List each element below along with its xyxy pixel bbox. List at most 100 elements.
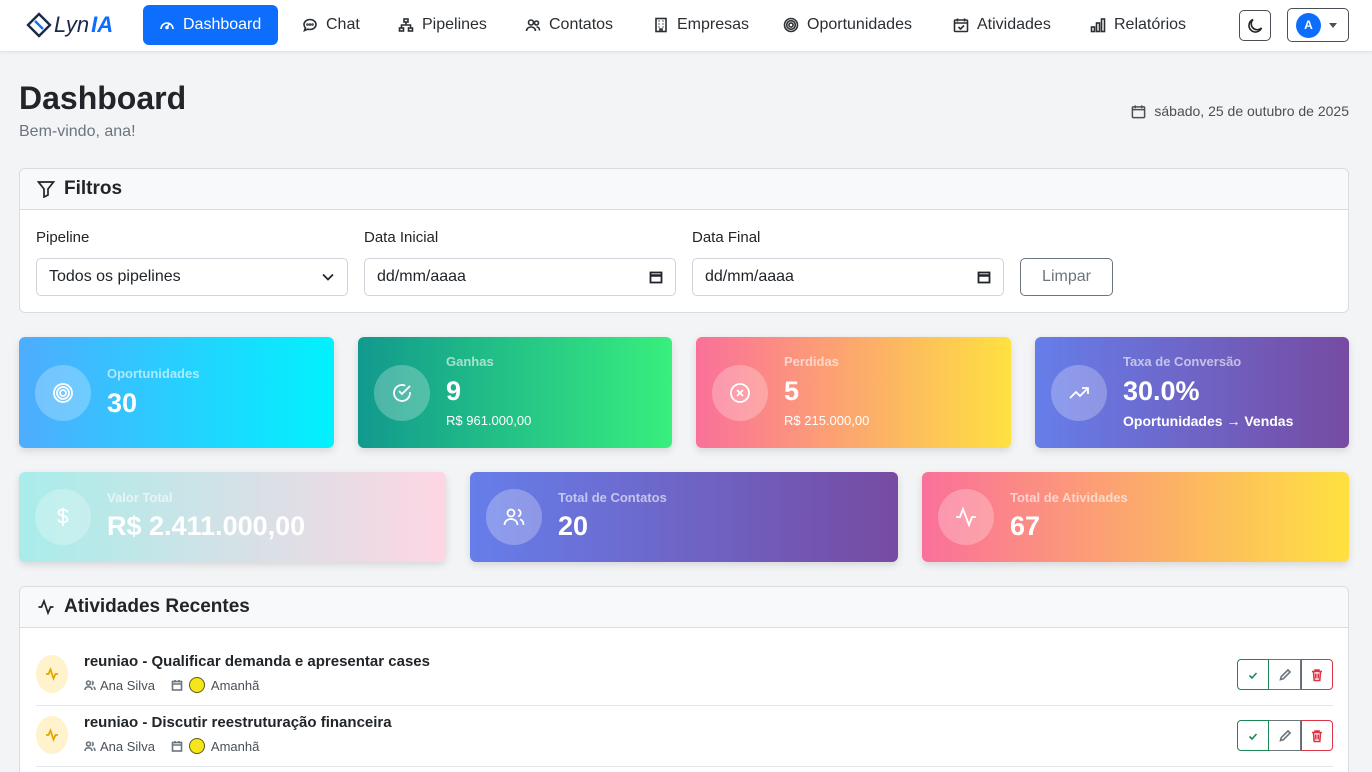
bullseye-icon xyxy=(783,17,799,33)
current-date-text: sábado, 25 de outubro de 2025 xyxy=(1154,103,1349,119)
end-date-input[interactable]: dd/mm/aaaa xyxy=(692,258,1004,296)
chevron-down-icon xyxy=(1329,22,1337,28)
person-icon xyxy=(84,741,96,752)
nav-oportunidades[interactable]: Oportunidades xyxy=(767,5,928,45)
start-date-value: dd/mm/aaaa xyxy=(377,268,466,285)
people-icon xyxy=(503,508,525,526)
brand-name-part2: IA xyxy=(91,12,114,37)
filters-card: Filtros Pipeline Todos os pipelines Data… xyxy=(19,168,1349,313)
stat-card-conversao: Taxa de Conversão 30.0% Oportunidades → … xyxy=(1035,337,1349,448)
clear-filters-button[interactable]: Limpar xyxy=(1020,258,1113,296)
current-date: sábado, 25 de outubro de 2025 xyxy=(1131,103,1349,119)
stat-note: R$ 215.000,00 xyxy=(784,413,870,428)
diagram-icon xyxy=(398,18,414,32)
chevron-down-icon xyxy=(322,273,334,281)
pencil-icon xyxy=(1278,668,1291,681)
stat-icon-wrapper xyxy=(35,489,91,545)
stat-card-atividades: Total de Atividades 67 xyxy=(922,472,1349,562)
nav-contatos-label: Contatos xyxy=(549,16,614,33)
trash-icon xyxy=(1312,729,1322,742)
complete-button[interactable] xyxy=(1237,659,1269,690)
stat-value: R$ 2.411.000,00 xyxy=(107,511,306,541)
trending-up-icon xyxy=(1069,387,1089,399)
activity-type-icon xyxy=(36,655,68,693)
activity-actions xyxy=(1237,720,1333,751)
nav-chat[interactable]: Chat xyxy=(286,5,376,45)
recent-activities-header: Atividades Recentes xyxy=(20,587,1348,628)
activity-icon xyxy=(38,598,54,616)
due-status-dot xyxy=(188,677,205,693)
end-date-label: Data Final xyxy=(692,229,761,246)
stat-label: Total de Atividades xyxy=(1010,490,1128,505)
delete-button[interactable] xyxy=(1301,659,1333,690)
nav-pipelines-label: Pipelines xyxy=(422,16,487,33)
calendar-icon xyxy=(171,680,183,691)
pencil-icon xyxy=(1278,729,1291,742)
chat-icon xyxy=(303,18,317,32)
nav-oportunidades-label: Oportunidades xyxy=(807,16,912,33)
pipeline-select-value: Todos os pipelines xyxy=(49,268,181,285)
stat-icon-wrapper xyxy=(374,365,430,421)
pipeline-select[interactable]: Todos os pipelines xyxy=(36,258,348,296)
top-navbar: Lyn IA Dashboard Chat Pipelines Contatos … xyxy=(0,0,1372,52)
calendar-icon xyxy=(1132,104,1146,118)
welcome-message: Bem-vindo, ana! xyxy=(19,123,136,140)
activity-due: Amanhã xyxy=(210,677,260,693)
stat-value: 9 xyxy=(446,376,462,406)
avatar: A xyxy=(1296,12,1321,38)
stat-icon-wrapper xyxy=(1051,365,1107,421)
bullseye-icon xyxy=(53,383,73,403)
stat-card-contatos: Total de Contatos 20 xyxy=(470,472,898,562)
theme-toggle-button[interactable] xyxy=(1239,10,1271,41)
activity-icon xyxy=(46,667,58,681)
activity-title[interactable]: reuniao - Qualificar demanda e apresenta… xyxy=(84,653,430,670)
activity-title[interactable]: reuniao - Discutir reestruturação financ… xyxy=(84,714,392,731)
nav-atividades[interactable]: Atividades xyxy=(937,5,1067,45)
edit-button[interactable] xyxy=(1269,720,1301,751)
stat-card-perdidas: Perdidas 5 R$ 215.000,00 xyxy=(696,337,1011,448)
start-date-input[interactable]: dd/mm/aaaa xyxy=(364,258,676,296)
activity-icon xyxy=(46,728,58,742)
stat-note: R$ 961.000,00 xyxy=(446,413,532,428)
brand-logo[interactable]: Lyn IA xyxy=(26,12,113,38)
nav-dashboard-label: Dashboard xyxy=(183,16,262,33)
nav-atividades-label: Atividades xyxy=(977,16,1051,33)
stat-value: 67 xyxy=(1010,511,1041,541)
filters-title: Filtros xyxy=(64,178,123,199)
recent-activities-card: Atividades Recentes reuniao - Qualificar… xyxy=(19,586,1349,772)
user-menu-button[interactable]: A xyxy=(1287,8,1349,42)
nav-relatorios[interactable]: Relatórios xyxy=(1074,5,1202,45)
stat-label: Valor Total xyxy=(107,490,173,505)
edit-button[interactable] xyxy=(1269,659,1301,690)
nav-contatos[interactable]: Contatos xyxy=(509,5,629,45)
nav-dashboard[interactable]: Dashboard xyxy=(143,5,278,45)
stat-card-valor-total: Valor Total R$ 2.411.000,00 xyxy=(19,472,446,562)
calendar-icon xyxy=(171,741,183,752)
check-icon xyxy=(1248,732,1258,740)
bar-chart-icon xyxy=(1090,18,1106,33)
calendar-check-icon xyxy=(953,18,969,33)
stat-card-oportunidades: Oportunidades 30 xyxy=(19,337,334,448)
end-date-value: dd/mm/aaaa xyxy=(705,268,794,285)
list-item: reuniao - Discutir reestruturação financ… xyxy=(36,706,1333,767)
stat-icon-wrapper xyxy=(938,489,994,545)
nav-empresas-label: Empresas xyxy=(677,16,750,33)
activity-actions xyxy=(1237,659,1333,690)
activity-type-icon xyxy=(36,716,68,754)
pipeline-label: Pipeline xyxy=(36,229,90,246)
stat-value: 20 xyxy=(558,511,589,541)
start-date-label: Data Inicial xyxy=(364,229,439,246)
activity-meta: Ana Silva Amanhã xyxy=(84,738,259,754)
complete-button[interactable] xyxy=(1237,720,1269,751)
delete-button[interactable] xyxy=(1301,720,1333,751)
logo-icon xyxy=(26,12,52,38)
due-status-dot xyxy=(188,738,205,754)
filter-icon xyxy=(37,181,55,198)
stat-icon-wrapper xyxy=(712,365,768,421)
nav-empresas[interactable]: Empresas xyxy=(637,5,765,45)
gauge-icon xyxy=(160,22,174,30)
activity-icon xyxy=(956,506,976,528)
calendar-icon xyxy=(977,271,991,284)
nav-pipelines[interactable]: Pipelines xyxy=(382,5,503,45)
activity-due: Amanhã xyxy=(210,738,260,754)
